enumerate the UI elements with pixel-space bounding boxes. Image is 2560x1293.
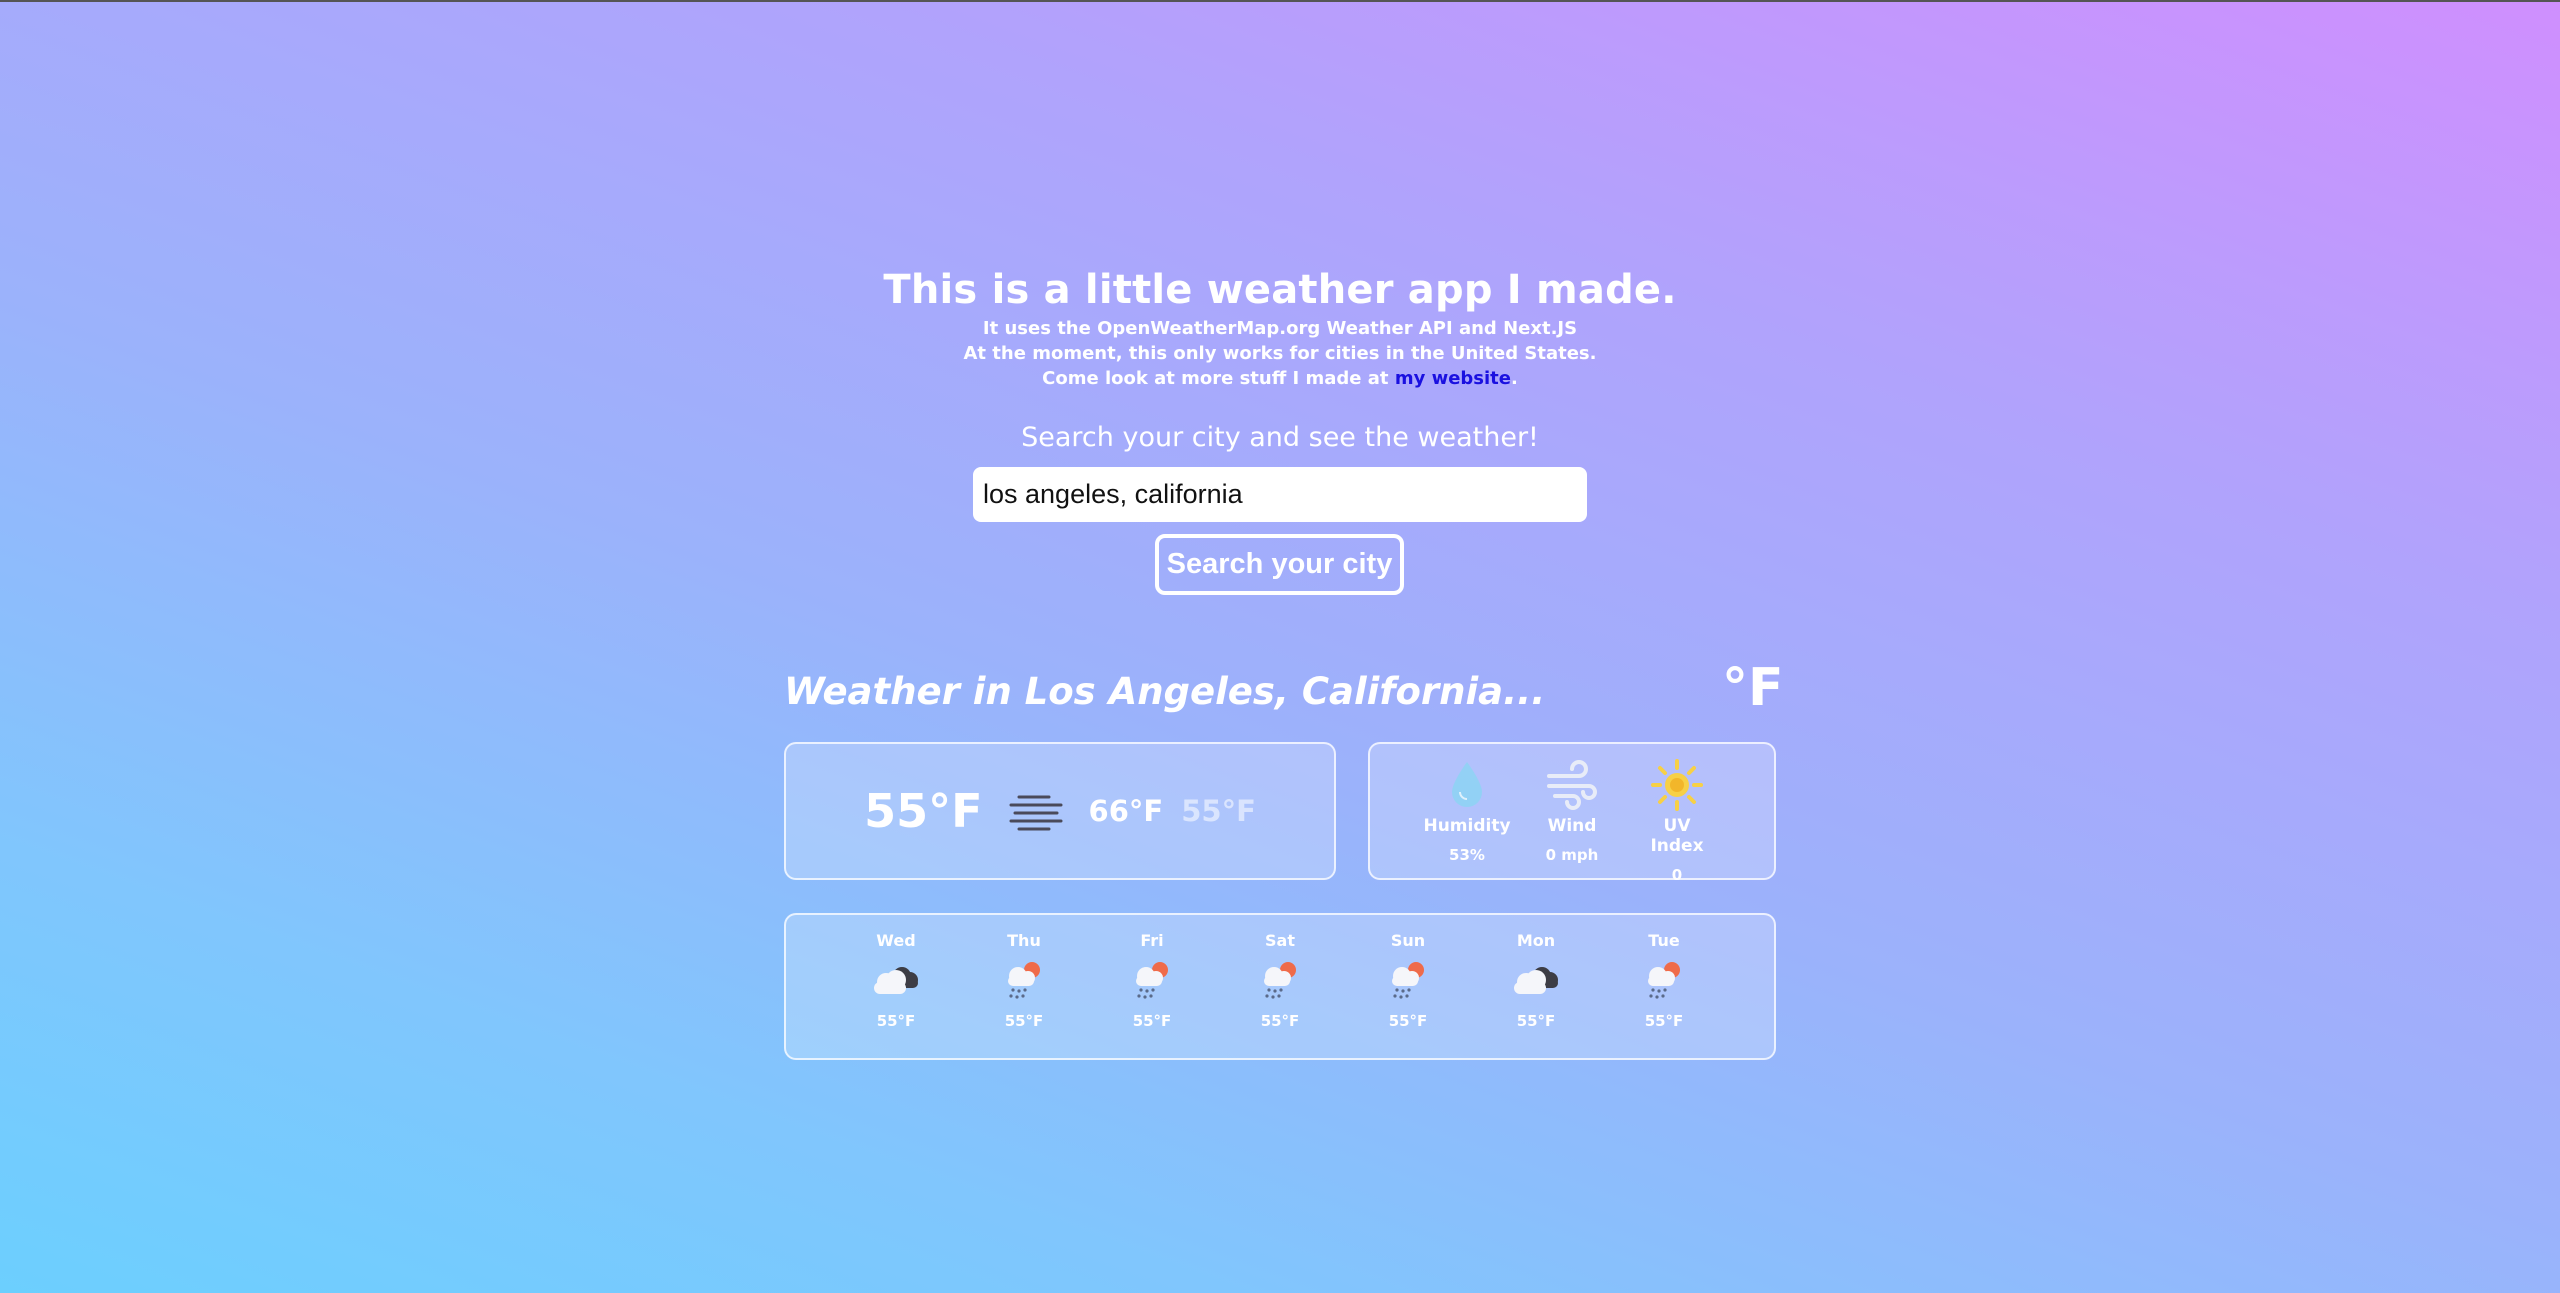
forecast-day-wed: Wed 55°F xyxy=(856,931,936,1030)
forecast-day-sun: Sun 55°F xyxy=(1368,931,1448,1030)
fog-icon xyxy=(1009,795,1063,831)
intro-line-website: Come look at more stuff I made at my web… xyxy=(0,366,2560,391)
forecast-day-sat: Sat 55°F xyxy=(1240,931,1320,1030)
forecast-day-name: Fri xyxy=(1140,931,1164,950)
intro-section: This is a little weather app I made. It … xyxy=(0,264,2560,391)
forecast-day-name: Wed xyxy=(876,931,916,950)
forecast-day-name: Sat xyxy=(1265,931,1295,950)
forecast-day-temperature: 55°F xyxy=(1388,1012,1428,1030)
intro-line-us-only: At the moment, this only works for citie… xyxy=(963,343,1597,364)
forecast-day-mon: Mon 55°F xyxy=(1496,931,1576,1030)
water-drop-icon xyxy=(1452,762,1482,807)
rain-sun-icon xyxy=(1648,962,1680,999)
forecast-day-temperature: 55°F xyxy=(1644,1012,1684,1030)
forecast-day-name: Mon xyxy=(1516,931,1556,950)
forecast-day-thu: Thu 55°F xyxy=(984,931,1064,1030)
intro-line-api: It uses the OpenWeatherMap.org Weather A… xyxy=(982,318,1578,339)
forecast-day-name: Sun xyxy=(1390,931,1426,950)
forecast-day-tue: Tue 55°F xyxy=(1624,931,1704,1030)
current-temperature: 55°F xyxy=(864,784,983,838)
forecast-day-fri: Fri 55°F xyxy=(1112,931,1192,1030)
uv-index-value: 0 xyxy=(1671,866,1683,884)
humidity-stat: Humidity 53% xyxy=(1423,758,1511,884)
search-heading: Search your city and see the weather! xyxy=(1021,422,1539,453)
forecast-day-temperature: 55°F xyxy=(1132,1012,1172,1030)
cloudy-icon xyxy=(874,967,918,994)
website-link[interactable]: my website xyxy=(1395,368,1511,389)
rain-sun-icon xyxy=(1392,962,1424,999)
conditions-card: Humidity 53% Wind 0 mph UV Index 0 xyxy=(1368,742,1776,884)
unit-toggle-button[interactable]: °F xyxy=(1722,658,1784,718)
cloudy-icon xyxy=(1514,967,1558,994)
uv-index-stat: UV Index 0 xyxy=(1635,758,1720,884)
uv-index-label: UV Index xyxy=(1650,816,1704,856)
forecast-day-temperature: 55°F xyxy=(1516,1012,1556,1030)
rain-sun-icon xyxy=(1136,962,1168,999)
page-title: This is a little weather app I made. xyxy=(883,267,1677,313)
wind-label: Wind xyxy=(1547,816,1597,836)
forecast-day-temperature: 55°F xyxy=(876,1012,916,1030)
current-weather-card: 55°F 66°F 55°F xyxy=(784,742,1336,880)
forecast-day-temperature: 55°F xyxy=(1260,1012,1300,1030)
wind-stat: Wind 0 mph xyxy=(1530,758,1615,884)
forecast-day-name: Tue xyxy=(1648,931,1680,950)
sun-icon xyxy=(1651,759,1703,811)
humidity-label: Humidity xyxy=(1423,816,1511,836)
low-temperature: 55°F xyxy=(1181,794,1256,828)
city-search-input[interactable] xyxy=(973,467,1587,522)
weather-location-title: Weather in Los Angeles, California... xyxy=(784,670,1546,713)
intro-website-suffix: . xyxy=(1511,368,1518,389)
intro-website-prefix: Come look at more stuff I made at xyxy=(1042,368,1395,389)
rain-sun-icon xyxy=(1008,962,1040,999)
forecast-card: Wed 55°F Thu 55°F Fri 55°F Sat 55°F Sun 55°F Mon 55… xyxy=(784,913,1776,1060)
wind-icon xyxy=(1547,760,1597,810)
wind-value: 0 mph xyxy=(1545,846,1599,864)
search-city-button[interactable]: Search your city xyxy=(1155,534,1404,595)
high-temperature: 66°F xyxy=(1088,794,1164,828)
rain-sun-icon xyxy=(1264,962,1296,999)
forecast-day-temperature: 55°F xyxy=(1004,1012,1044,1030)
forecast-day-name: Thu xyxy=(1007,931,1041,950)
humidity-value: 53% xyxy=(1449,846,1485,864)
